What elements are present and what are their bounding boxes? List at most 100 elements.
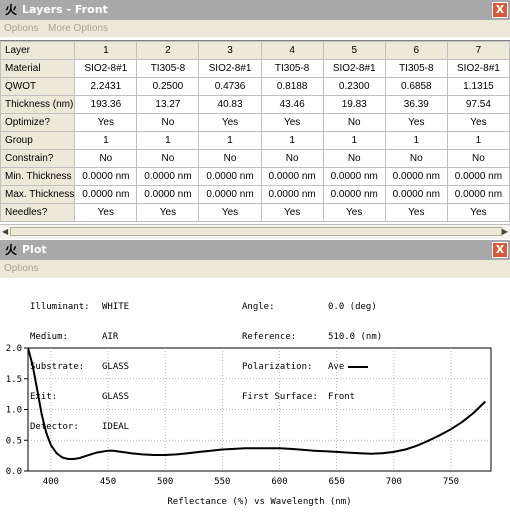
table-cell[interactable]: 0.4736 bbox=[198, 77, 262, 96]
table-cell[interactable]: 0.2300 bbox=[322, 77, 386, 96]
scroll-left-icon[interactable]: ◀ bbox=[2, 227, 8, 236]
table-cell[interactable]: Yes bbox=[198, 203, 262, 222]
table-row: Needles? Yes Yes Yes Yes Yes Yes Yes bbox=[0, 203, 510, 222]
row-header: Max. Thickness bbox=[0, 185, 76, 204]
layers-title-bar[interactable]: ⽕ Layers - Front X bbox=[0, 0, 510, 20]
table-cell[interactable]: 2.2431 bbox=[74, 77, 138, 96]
table-cell[interactable]: 0.0000 nm bbox=[198, 185, 262, 204]
layers-table: Layer 1 2 3 4 5 6 7 Material SIO2-8#1 TI305-8 SIO2-… bbox=[0, 41, 510, 222]
table-cell[interactable]: 0.0000 nm bbox=[322, 167, 386, 186]
table-cell[interactable]: 0.2500 bbox=[136, 77, 200, 96]
column-header: 1 bbox=[74, 41, 138, 60]
table-cell[interactable]: No bbox=[322, 113, 386, 132]
column-header: 7 bbox=[446, 41, 510, 60]
table-cell[interactable]: 1 bbox=[322, 131, 386, 150]
table-cell[interactable]: SIO2-8#1 bbox=[322, 59, 386, 78]
table-cell[interactable]: 193.36 bbox=[74, 95, 138, 114]
table-cell[interactable]: 1 bbox=[136, 131, 200, 150]
table-cell[interactable]: 0.0000 nm bbox=[322, 185, 386, 204]
table-cell[interactable]: No bbox=[136, 113, 200, 132]
table-cell[interactable]: Yes bbox=[136, 203, 200, 222]
table-cell[interactable]: 0.0000 nm bbox=[136, 185, 200, 204]
table-cell[interactable]: No bbox=[74, 149, 138, 168]
table-cell[interactable]: 19.83 bbox=[322, 95, 386, 114]
table-row: Max. Thickness 0.0000 nm 0.0000 nm 0.0000 n… bbox=[0, 185, 510, 204]
table-row: Optimize? Yes No Yes Yes No Yes Yes bbox=[0, 113, 510, 132]
column-header: 5 bbox=[322, 41, 386, 60]
table-cell[interactable]: 0.0000 nm bbox=[74, 185, 138, 204]
table-cell[interactable]: SIO2-8#1 bbox=[198, 59, 262, 78]
x-tick-label: 650 bbox=[329, 477, 345, 487]
x-tick-label: 750 bbox=[443, 477, 459, 487]
table-cell[interactable]: 0.0000 nm bbox=[446, 185, 510, 204]
table-cell[interactable]: 0.0000 nm bbox=[384, 185, 448, 204]
plot-title-bar[interactable]: ⽕ Plot X bbox=[0, 240, 510, 260]
table-cell[interactable]: No bbox=[384, 149, 448, 168]
table-cell[interactable]: 36.39 bbox=[384, 95, 448, 114]
layers-close-button[interactable]: X bbox=[492, 2, 508, 18]
table-cell[interactable]: 0.0000 nm bbox=[198, 167, 262, 186]
scroll-right-icon[interactable]: ▶ bbox=[502, 227, 508, 236]
table-cell[interactable]: SIO2-8#1 bbox=[446, 59, 510, 78]
row-header: Material bbox=[0, 59, 76, 78]
y-tick-label: 0.5 bbox=[6, 436, 22, 446]
column-header: 2 bbox=[136, 41, 200, 60]
table-cell[interactable]: No bbox=[446, 149, 510, 168]
y-tick-label: 1.5 bbox=[6, 375, 22, 385]
x-tick-label: 700 bbox=[386, 477, 402, 487]
x-tick-label: 450 bbox=[100, 477, 116, 487]
table-cell[interactable]: 0.0000 nm bbox=[136, 167, 200, 186]
table-cell[interactable]: 1 bbox=[446, 131, 510, 150]
table-cell[interactable]: SIO2-8#1 bbox=[74, 59, 138, 78]
table-cell[interactable]: TI305-8 bbox=[260, 59, 324, 78]
reflectance-chart: 400 450 500 550 600 650 700 750 0.0 0.5 1.0 1.5 2.0 R… bbox=[6, 344, 492, 507]
table-cell[interactable]: 1 bbox=[260, 131, 324, 150]
table-cell[interactable]: Yes bbox=[384, 203, 448, 222]
table-cell[interactable]: Yes bbox=[446, 203, 510, 222]
table-cell[interactable]: Yes bbox=[74, 203, 138, 222]
table-cell[interactable]: Yes bbox=[198, 113, 262, 132]
table-cell[interactable]: 0.6858 bbox=[384, 77, 448, 96]
plot-menu-options[interactable]: Options bbox=[4, 263, 38, 274]
table-cell[interactable]: No bbox=[136, 149, 200, 168]
table-cell[interactable]: 1 bbox=[74, 131, 138, 150]
table-cell[interactable]: 0.8188 bbox=[260, 77, 324, 96]
table-cell[interactable]: 43.46 bbox=[260, 95, 324, 114]
table-cell[interactable]: 0.0000 nm bbox=[260, 185, 324, 204]
row-header: Layer bbox=[0, 41, 76, 60]
menu-more-options[interactable]: More Options bbox=[48, 23, 108, 34]
y-tick-label: 1.0 bbox=[6, 406, 22, 416]
table-cell[interactable]: Yes bbox=[260, 203, 324, 222]
scrollbar-thumb[interactable] bbox=[10, 227, 502, 236]
table-cell[interactable]: 13.27 bbox=[136, 95, 200, 114]
table-cell[interactable]: 0.0000 nm bbox=[260, 167, 324, 186]
table-cell[interactable]: 1 bbox=[198, 131, 262, 150]
menu-options[interactable]: Options bbox=[4, 23, 38, 34]
table-cell[interactable]: 97.54 bbox=[446, 95, 510, 114]
table-cell[interactable]: 0.0000 nm bbox=[74, 167, 138, 186]
table-cell[interactable]: 1 bbox=[384, 131, 448, 150]
table-cell[interactable]: 1.1315 bbox=[446, 77, 510, 96]
table-cell[interactable]: 0.0000 nm bbox=[446, 167, 510, 186]
table-cell[interactable]: No bbox=[322, 149, 386, 168]
table-cell[interactable]: No bbox=[260, 149, 324, 168]
table-cell[interactable]: Yes bbox=[322, 203, 386, 222]
plot-window-title: Plot bbox=[22, 243, 47, 256]
row-header: QWOT bbox=[0, 77, 76, 96]
plot-close-button[interactable]: X bbox=[492, 242, 508, 258]
table-cell[interactable]: Yes bbox=[260, 113, 324, 132]
table-cell[interactable]: Yes bbox=[446, 113, 510, 132]
row-header: Group bbox=[0, 131, 76, 150]
table-cell[interactable]: No bbox=[198, 149, 262, 168]
table-cell[interactable]: 0.0000 nm bbox=[384, 167, 448, 186]
table-cell[interactable]: Yes bbox=[384, 113, 448, 132]
table-cell[interactable]: TI305-8 bbox=[136, 59, 200, 78]
horizontal-scrollbar[interactable]: ◀ ▶ bbox=[0, 224, 510, 239]
table-row: QWOT 2.2431 0.2500 0.4736 0.8188 0.2300 0.6858… bbox=[0, 77, 510, 96]
table-cell[interactable]: Yes bbox=[74, 113, 138, 132]
table-cell[interactable]: 40.83 bbox=[198, 95, 262, 114]
table-row: Min. Thickness 0.0000 nm 0.0000 nm 0.0000 n… bbox=[0, 167, 510, 186]
layers-table-container: Layer 1 2 3 4 5 6 7 Material SIO2-8#1 TI305-8 SIO2-… bbox=[0, 40, 510, 225]
series-line bbox=[28, 348, 486, 460]
table-cell[interactable]: TI305-8 bbox=[384, 59, 448, 78]
